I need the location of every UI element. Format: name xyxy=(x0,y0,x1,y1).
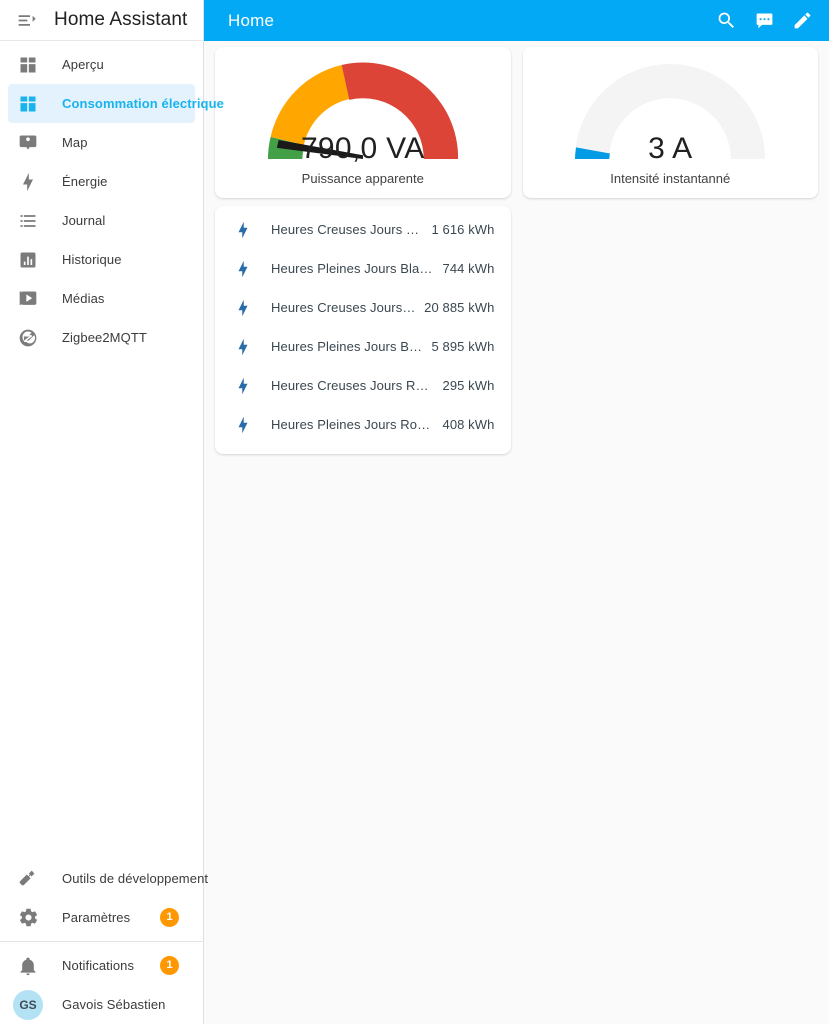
dashboard-content: 790,0 VA Puissance apparente Heures Creu… xyxy=(204,41,829,1024)
entity-name: Heures Pleines Jours Bleus xyxy=(271,339,424,355)
status-badge: 1 xyxy=(160,908,179,927)
cog-icon xyxy=(16,906,40,930)
sidebar-item-outils-de-developpement[interactable]: Outils de développement xyxy=(8,859,208,898)
sidebar-item-label: Gavois Sébastien xyxy=(62,997,166,1012)
search-icon[interactable] xyxy=(707,2,745,40)
sidebar-item-label: Notifications xyxy=(62,958,135,973)
format-list-bulleted-icon xyxy=(16,209,40,233)
sidebar-item-label: Zigbee2MQTT xyxy=(62,330,147,345)
entity-value[interactable]: 1 616 kWh xyxy=(423,222,494,237)
sidebar-item-label: Paramètres xyxy=(62,910,131,925)
menu-open-icon[interactable] xyxy=(8,2,44,38)
play-box-multiple-icon xyxy=(16,287,40,311)
list-item[interactable]: Heures Pleines Jours Blancs 744 kWh xyxy=(231,249,495,288)
entity-value[interactable]: 295 kWh xyxy=(434,378,494,393)
view-dashboard-icon xyxy=(16,53,40,77)
gauge-card-intensite-instantanne[interactable]: 3 A Intensité instantanné xyxy=(522,47,818,199)
list-item[interactable]: Heures Creuses Jours Rouges 295 kWh xyxy=(231,366,495,405)
gauge-wrapper: 3 A Intensité instantanné xyxy=(537,61,805,186)
sidebar-item-notifications[interactable]: Notifications 1 xyxy=(8,946,195,985)
gauge-wrapper: 790,0 VA Puissance apparente xyxy=(229,61,497,186)
sidebar: Home Assistant Aperçu Consommation élect… xyxy=(0,0,224,1024)
card-column-1: 790,0 VA Puissance apparente Heures Creu… xyxy=(209,47,517,462)
entity-name: Heures Creuses Jours Rouges xyxy=(271,378,435,394)
sidebar-item-energie[interactable]: Énergie xyxy=(8,162,195,201)
entity-name: Heures Creuses Jours Bleus xyxy=(271,300,416,316)
entity-value[interactable]: 408 kWh xyxy=(434,417,494,432)
lightning-bolt-icon xyxy=(231,260,255,278)
top-app-bar: Home xyxy=(204,0,829,41)
list-item[interactable]: Heures Pleines Jours Rouges 408 kWh xyxy=(231,405,495,444)
sidebar-item-label: Outils de développement xyxy=(62,871,209,886)
page-title: Home xyxy=(228,10,275,30)
sidebar-item-user-profile[interactable]: GS Gavois Sébastien xyxy=(8,985,195,1024)
main-area: Home 790,0 VA Puissance apparente Heures… xyxy=(204,0,829,1024)
bell-icon xyxy=(16,954,40,978)
sidebar-item-apercu[interactable]: Aperçu xyxy=(8,45,195,84)
list-item[interactable]: Heures Creuses Jours Blancs 1 616 kWh xyxy=(231,210,495,249)
sidebar-item-label: Aperçu xyxy=(62,57,104,72)
lightning-bolt-icon xyxy=(231,338,255,356)
entity-value[interactable]: 5 895 kWh xyxy=(423,339,494,354)
sidebar-item-consommation-electrique[interactable]: Consommation électrique xyxy=(8,84,224,123)
entity-value[interactable]: 20 885 kWh xyxy=(416,300,494,315)
entity-value[interactable]: 744 kWh xyxy=(434,261,494,276)
card-grid: 790,0 VA Puissance apparente Heures Creu… xyxy=(204,47,829,462)
lightning-bolt-icon xyxy=(231,221,255,239)
entity-name: Heures Pleines Jours Blancs xyxy=(271,261,435,277)
gauge-card-puissance-apparente[interactable]: 790,0 VA Puissance apparente xyxy=(215,47,511,199)
view-dashboard-icon xyxy=(16,92,40,116)
sidebar-item-zigbee2mqtt[interactable]: Zigbee2MQTT xyxy=(8,318,195,357)
account-badge-icon xyxy=(16,131,40,155)
sidebar-bottom-group: Outils de développement Paramètres 1 Not… xyxy=(0,859,208,1024)
avatar: GS xyxy=(13,989,43,1020)
chart-box-icon xyxy=(16,248,40,272)
sidebar-item-label: Map xyxy=(62,135,88,150)
sidebar-title: Home Assistant xyxy=(54,9,188,30)
gauge-value: 3 A xyxy=(648,132,693,165)
sidebar-item-journal[interactable]: Journal xyxy=(8,201,195,240)
entity-name: Heures Creuses Jours Blancs xyxy=(271,222,424,238)
sidebar-item-map[interactable]: Map xyxy=(8,123,195,162)
card-column-2: 3 A Intensité instantanné xyxy=(517,47,825,206)
gauge-label: Puissance apparente xyxy=(301,171,424,186)
gauge-label: Intensité instantanné xyxy=(610,171,731,186)
hammer-icon xyxy=(16,867,40,891)
entity-name: Heures Pleines Jours Rouges xyxy=(271,417,435,433)
app-root: Home Assistant Aperçu Consommation élect… xyxy=(0,0,829,1024)
gauge-value: 790,0 VA xyxy=(300,132,425,165)
sidebar-divider xyxy=(0,941,203,942)
lightning-bolt-icon xyxy=(231,299,255,317)
menu-open-glyph xyxy=(18,14,36,26)
entities-card: Heures Creuses Jours Blancs 1 616 kWh He… xyxy=(215,206,511,455)
lightning-bolt-icon xyxy=(16,170,40,194)
status-badge: 1 xyxy=(160,956,179,975)
sidebar-item-label: Médias xyxy=(62,291,105,306)
sidebar-item-medias[interactable]: Médias xyxy=(8,279,195,318)
list-item[interactable]: Heures Creuses Jours Bleus 20 885 kWh xyxy=(231,288,495,327)
list-item[interactable]: Heures Pleines Jours Bleus 5 895 kWh xyxy=(231,327,495,366)
pencil-icon[interactable] xyxy=(783,2,821,40)
sidebar-item-label: Consommation électrique xyxy=(62,96,224,111)
sidebar-item-label: Journal xyxy=(62,213,106,228)
lightning-bolt-icon xyxy=(231,416,255,434)
sidebar-item-label: Historique xyxy=(62,252,122,267)
sidebar-item-label: Énergie xyxy=(62,174,108,189)
sidebar-item-historique[interactable]: Historique xyxy=(8,240,195,279)
sidebar-header: Home Assistant xyxy=(0,0,203,41)
assist-icon[interactable] xyxy=(745,2,783,40)
sidebar-item-parametres[interactable]: Paramètres 1 xyxy=(8,898,195,937)
zigbee-icon xyxy=(16,326,40,350)
lightning-bolt-icon xyxy=(231,377,255,395)
sidebar-nav-list: Aperçu Consommation électrique Map Énerg… xyxy=(0,41,224,357)
